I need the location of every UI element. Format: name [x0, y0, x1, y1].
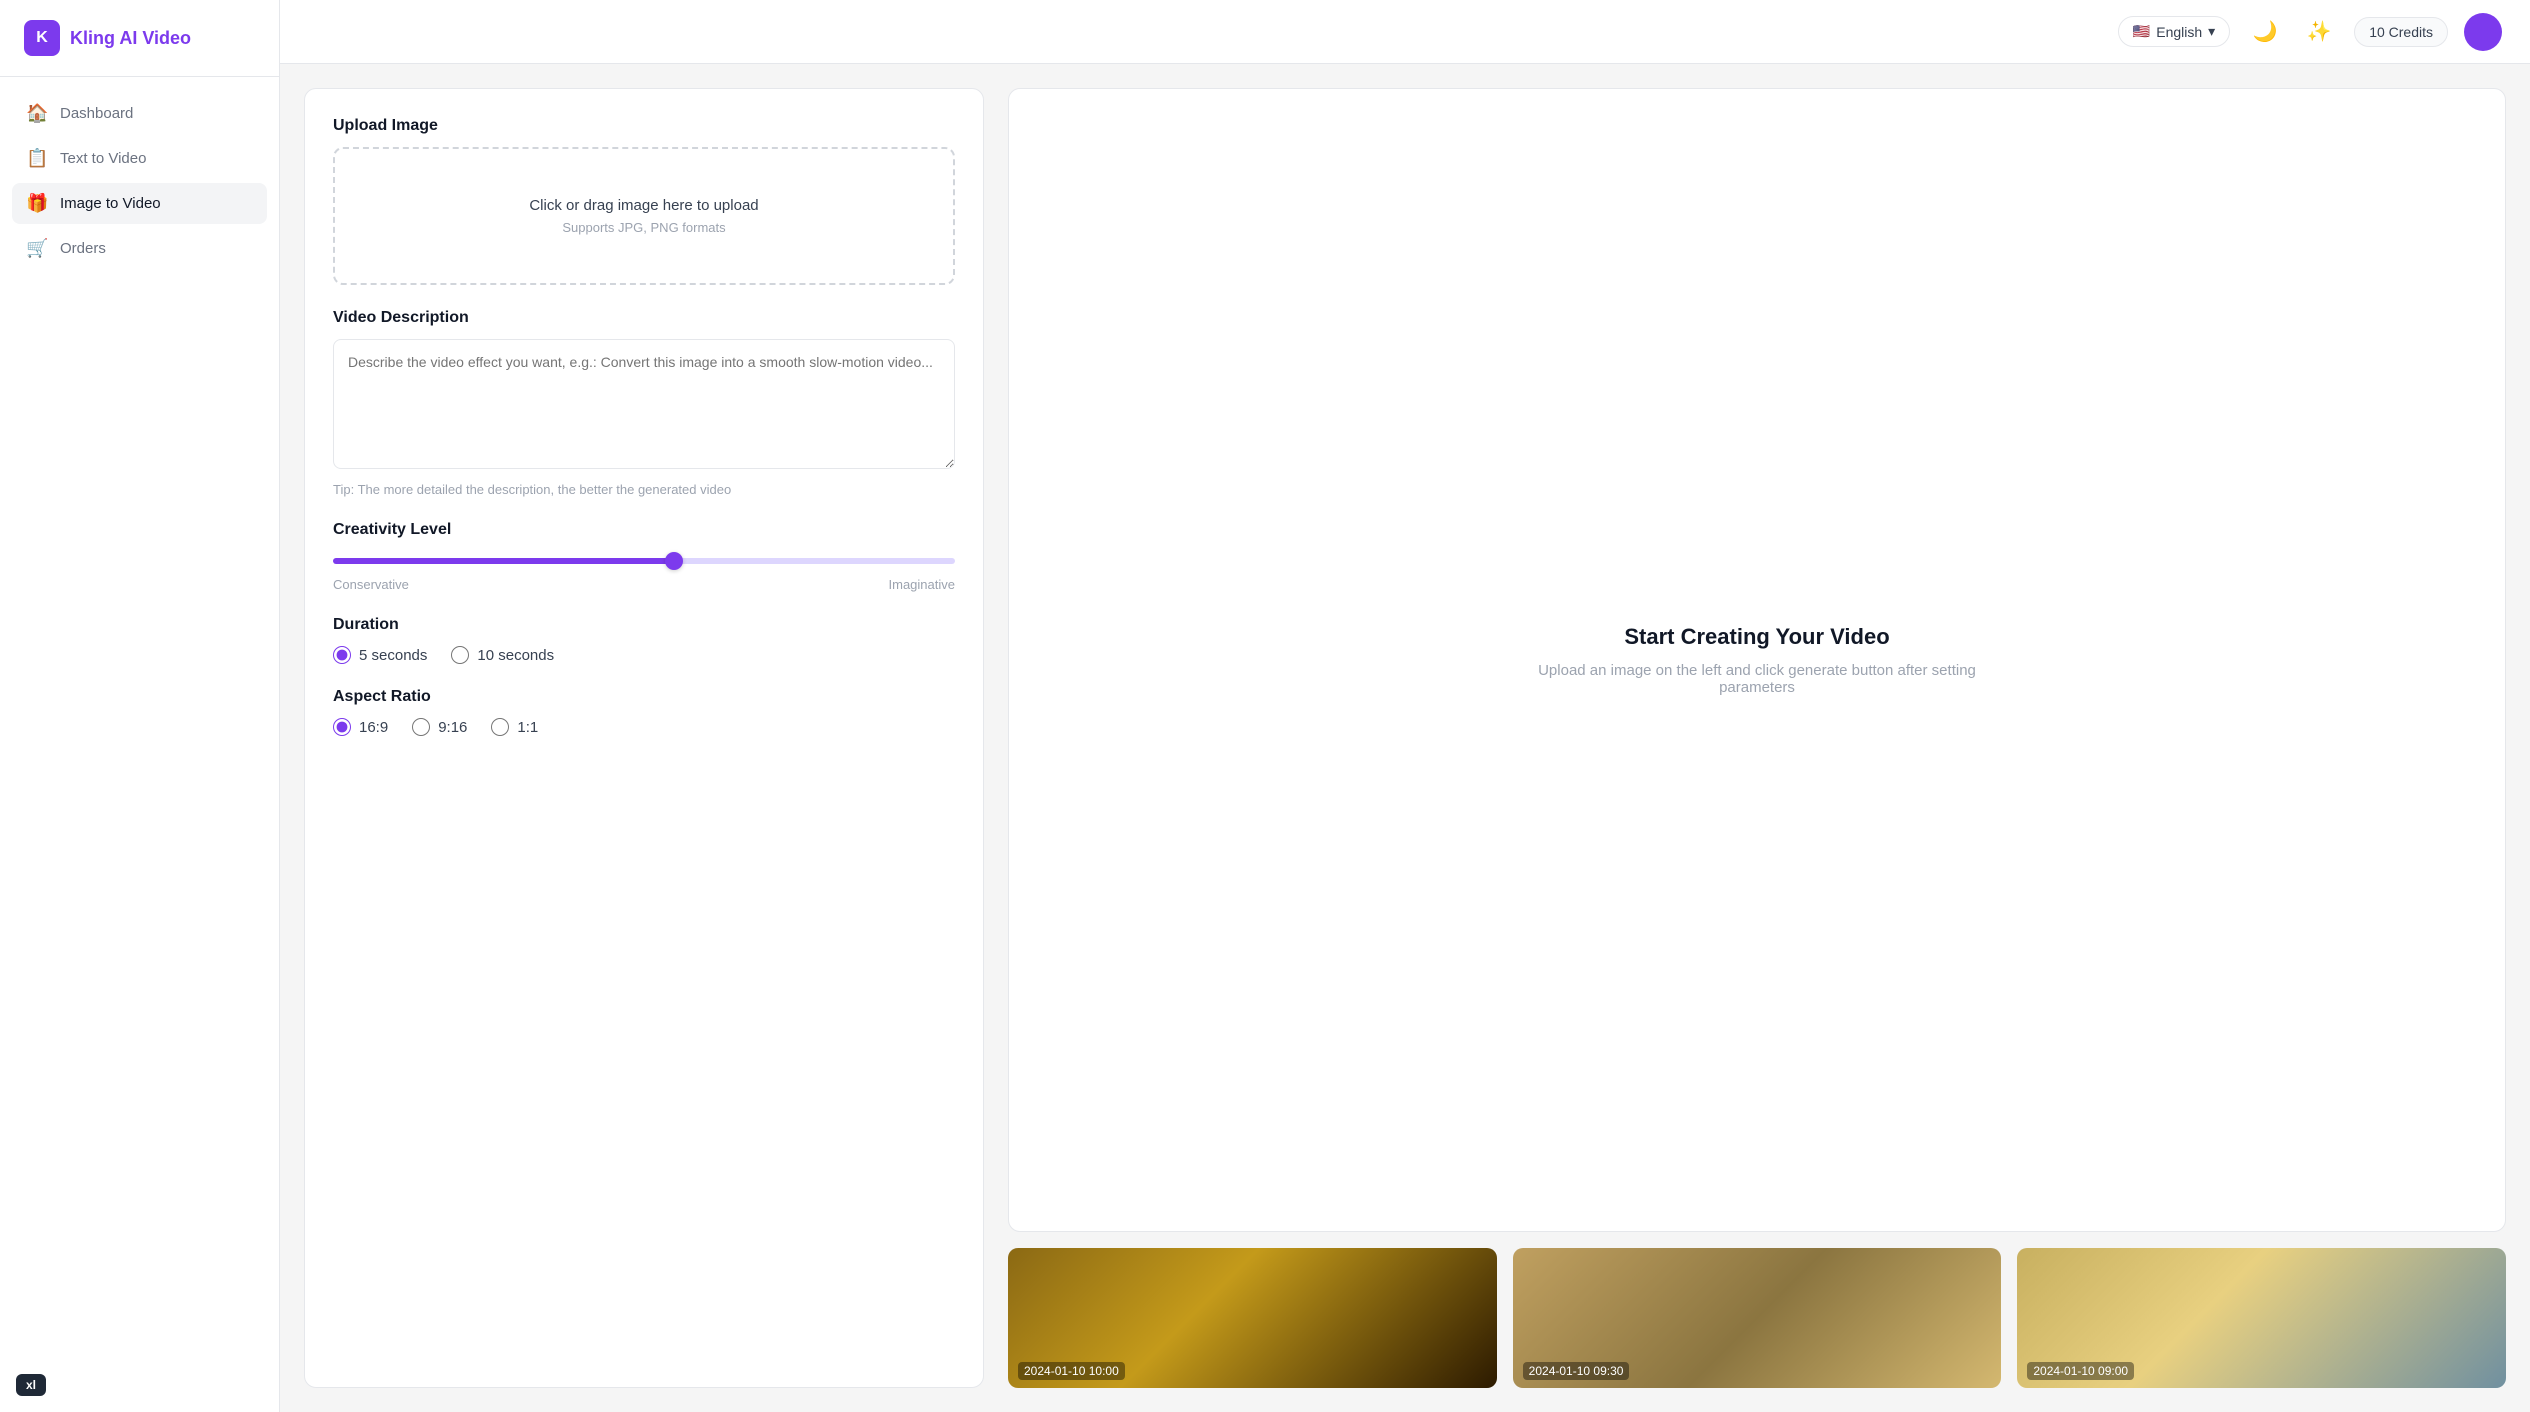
text-video-icon: 📋 [26, 148, 48, 169]
slider-labels: Conservative Imaginative [333, 577, 955, 592]
credits-display: 10 Credits [2354, 17, 2448, 47]
credits-label: 10 Credits [2369, 24, 2433, 40]
aspect-ratio-section-title: Aspect Ratio [333, 688, 955, 706]
sidebar-item-image-to-video[interactable]: 🎁 Image to Video [12, 183, 267, 224]
duration-section: Duration 5 seconds 10 seconds [333, 616, 955, 664]
aspect-ratio-radio-group: 16:9 9:16 1:1 [333, 718, 955, 736]
left-panel: Upload Image Click or drag image here to… [304, 88, 984, 1388]
duration-option-5s[interactable]: 5 seconds [333, 646, 427, 664]
aspect-ratio-option-16-9[interactable]: 16:9 [333, 718, 388, 736]
upload-area[interactable]: Click or drag image here to upload Suppo… [333, 147, 955, 285]
sidebar: K Kling AI Video 🏠 Dashboard 📋 Text to V… [0, 0, 280, 1412]
duration-radio-group: 5 seconds 10 seconds [333, 646, 955, 664]
xl-badge: xl [16, 1374, 46, 1396]
flag-icon: 🇺🇸 [2133, 23, 2150, 40]
description-textarea[interactable] [333, 339, 955, 469]
upload-section-title: Upload Image [333, 117, 955, 135]
sidebar-item-label: Dashboard [60, 105, 133, 122]
thumbnail-1-date: 2024-01-10 10:00 [1018, 1362, 1125, 1380]
preview-subtitle: Upload an image on the left and click ge… [1507, 662, 2007, 696]
upload-sub-text: Supports JPG, PNG formats [359, 220, 929, 235]
chevron-down-icon: ▾ [2208, 23, 2215, 40]
sidebar-item-label: Text to Video [60, 150, 146, 167]
thumbnails-row: 2024-01-10 10:00 2024-01-10 09:30 2024-0… [1008, 1248, 2506, 1388]
language-selector[interactable]: 🇺🇸 English ▾ [2118, 16, 2230, 47]
duration-radio-10s[interactable] [451, 646, 469, 664]
slider-label-left: Conservative [333, 577, 409, 592]
aspect-label-1-1: 1:1 [517, 719, 538, 736]
aspect-radio-16-9[interactable] [333, 718, 351, 736]
duration-radio-5s[interactable] [333, 646, 351, 664]
aspect-radio-1-1[interactable] [491, 718, 509, 736]
preview-title: Start Creating Your Video [1624, 624, 1889, 650]
sidebar-item-dashboard[interactable]: 🏠 Dashboard [12, 93, 267, 134]
dashboard-icon: 🏠 [26, 103, 48, 124]
logo-icon: K [24, 20, 60, 56]
user-avatar[interactable] [2464, 13, 2502, 51]
aspect-ratio-section: Aspect Ratio 16:9 9:16 1:1 [333, 688, 955, 736]
creativity-section-title: Creativity Level [333, 521, 955, 539]
header: 🇺🇸 English ▾ 🌙 ✨ 10 Credits [280, 0, 2530, 64]
thumbnail-2[interactable]: 2024-01-10 09:30 [1513, 1248, 2002, 1388]
aspect-label-9-16: 9:16 [438, 719, 467, 736]
app-name: Kling AI Video [70, 28, 191, 49]
upload-section: Upload Image Click or drag image here to… [333, 117, 955, 285]
description-tip: Tip: The more detailed the description, … [333, 482, 955, 497]
duration-label-5s: 5 seconds [359, 647, 427, 664]
preview-area: Start Creating Your Video Upload an imag… [1008, 88, 2506, 1232]
aspect-ratio-option-9-16[interactable]: 9:16 [412, 718, 467, 736]
image-video-icon: 🎁 [26, 193, 48, 214]
content-area: Upload Image Click or drag image here to… [280, 64, 2530, 1412]
upload-main-text: Click or drag image here to upload [359, 197, 929, 214]
aspect-ratio-option-1-1[interactable]: 1:1 [491, 718, 538, 736]
duration-option-10s[interactable]: 10 seconds [451, 646, 554, 664]
thumbnail-3[interactable]: 2024-01-10 09:00 [2017, 1248, 2506, 1388]
sidebar-item-text-to-video[interactable]: 📋 Text to Video [12, 138, 267, 179]
sparkle-button[interactable]: ✨ [2300, 13, 2338, 51]
duration-section-title: Duration [333, 616, 955, 634]
orders-icon: 🛒 [26, 238, 48, 259]
sidebar-nav: 🏠 Dashboard 📋 Text to Video 🎁 Image to V… [0, 77, 279, 285]
creativity-section: Creativity Level Conservative Imaginativ… [333, 521, 955, 592]
logo-area[interactable]: K Kling AI Video [0, 0, 279, 77]
thumbnail-2-date: 2024-01-10 09:30 [1523, 1362, 1630, 1380]
creativity-slider[interactable] [333, 558, 955, 564]
aspect-label-16-9: 16:9 [359, 719, 388, 736]
slider-label-right: Imaginative [889, 577, 955, 592]
dark-mode-button[interactable]: 🌙 [2246, 13, 2284, 51]
thumbnail-3-date: 2024-01-10 09:00 [2027, 1362, 2134, 1380]
description-section: Video Description Tip: The more detailed… [333, 309, 955, 497]
description-section-title: Video Description [333, 309, 955, 327]
thumbnail-1[interactable]: 2024-01-10 10:00 [1008, 1248, 1497, 1388]
main-area: 🇺🇸 English ▾ 🌙 ✨ 10 Credits Upload Image… [280, 0, 2530, 1412]
language-label: English [2156, 24, 2202, 40]
sidebar-item-label: Orders [60, 240, 106, 257]
sidebar-item-orders[interactable]: 🛒 Orders [12, 228, 267, 269]
right-panel: Start Creating Your Video Upload an imag… [1008, 88, 2506, 1388]
aspect-radio-9-16[interactable] [412, 718, 430, 736]
sidebar-item-label: Image to Video [60, 195, 161, 212]
duration-label-10s: 10 seconds [477, 647, 554, 664]
